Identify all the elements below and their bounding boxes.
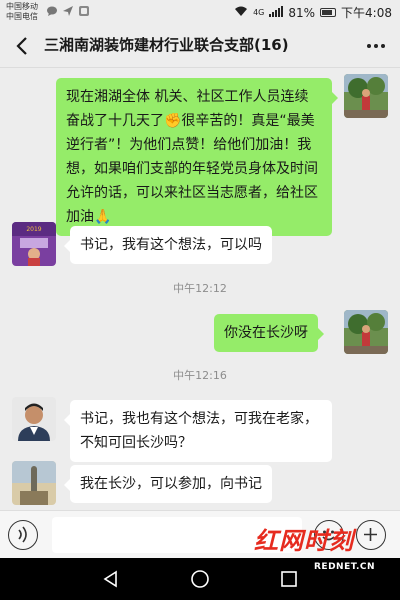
avatar-member[interactable] <box>12 397 56 441</box>
message-bubble-incoming[interactable]: 书记，我有这个想法，可以吗 <box>64 226 272 264</box>
carrier-1: 中国移动 <box>6 2 38 11</box>
nav-back-button[interactable] <box>100 568 122 590</box>
notification-icons <box>46 5 90 17</box>
message-timestamp: 中午12:12 <box>173 282 227 295</box>
circle-home-icon <box>191 570 209 588</box>
battery-icon <box>320 8 337 17</box>
location-arrow-icon <box>62 5 74 17</box>
watermark: 红网时刻 REDNET.CN <box>230 524 390 580</box>
message-bubble-outgoing[interactable]: 你没在长沙呀 <box>214 314 324 352</box>
watermark-brand: 红网时刻 <box>254 527 354 555</box>
status-bar: 中国移动 中国电信 4G 81% 下午4:08 <box>0 0 400 24</box>
carrier-labels: 中国移动 中国电信 <box>6 2 38 22</box>
more-options-button[interactable] <box>364 34 388 58</box>
chevron-left-icon <box>16 37 27 55</box>
wifi-icon <box>234 6 248 20</box>
carrier-2: 中国电信 <box>6 12 38 21</box>
svg-text:2019: 2019 <box>26 226 41 233</box>
avatar-member[interactable]: 2019 <box>12 222 56 266</box>
status-right: 4G 81% 下午4:08 <box>234 4 392 21</box>
more-dot-icon <box>381 44 385 48</box>
more-dot-icon <box>367 44 371 48</box>
message-notification-icon <box>46 5 58 17</box>
message-bubble-outgoing[interactable]: 现在湘湖全体 机关、社区工作人员连续奋战了十几天了✊很辛苦的！真是“最美逆行者”… <box>56 78 338 236</box>
chat-title: 三湘南湖装饰建材行业联合支部(16) <box>44 36 289 54</box>
voice-input-button[interactable] <box>8 520 38 550</box>
message-timestamp: 中午12:16 <box>173 369 227 382</box>
battery-percent: 81% <box>288 5 316 20</box>
avatar-member[interactable] <box>12 461 56 505</box>
back-button[interactable] <box>10 32 36 60</box>
watermark-url: REDNET.CN <box>314 562 376 572</box>
avatar-self[interactable] <box>344 310 388 354</box>
status-time: 下午4:08 <box>341 6 392 20</box>
nav-home-button[interactable] <box>189 568 211 590</box>
avatar-self[interactable] <box>344 74 388 118</box>
message-bubble-incoming[interactable]: 我在长沙，可以参加，向书记 <box>64 465 272 503</box>
message-bubble-incoming[interactable]: 书记，我也有这个想法，可我在老家，不知可回长沙吗？ <box>64 400 332 462</box>
network-type: 4G <box>253 8 265 17</box>
triangle-back-icon <box>103 570 117 588</box>
signal-icon <box>269 5 284 20</box>
chat-header: 三湘南湖装饰建材行业联合支部(16) <box>0 24 400 68</box>
app-notification-icon <box>78 5 90 17</box>
more-dot-icon <box>374 44 378 48</box>
voice-icon <box>18 526 27 543</box>
